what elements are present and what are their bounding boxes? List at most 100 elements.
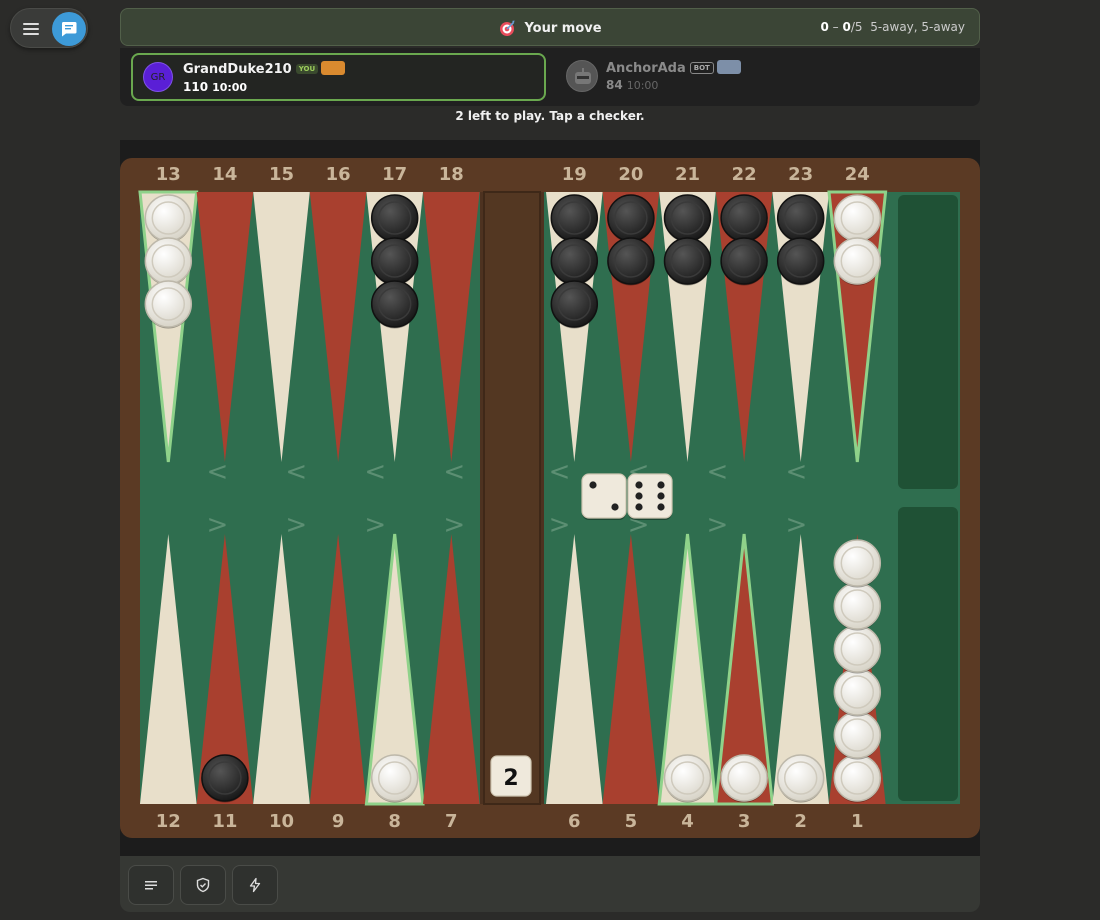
direction-arrow-right: >	[206, 510, 228, 540]
white-checker[interactable]	[833, 237, 882, 286]
white-checker[interactable]	[833, 194, 882, 243]
avatar: GR	[143, 62, 173, 92]
opponent-clock: 10:00	[626, 79, 659, 92]
direction-arrow-left: <	[364, 457, 386, 487]
black-checker[interactable]	[776, 194, 825, 243]
white-checker[interactable]	[833, 711, 882, 760]
point-label: 16	[326, 164, 351, 185]
direction-arrow-left: <	[206, 457, 228, 487]
point-label: 5	[625, 811, 638, 832]
cube-value: 2	[503, 766, 518, 791]
black-checker[interactable]	[370, 237, 419, 286]
score-right: 0	[842, 20, 851, 34]
robot-icon	[575, 68, 591, 84]
direction-arrow-right: >	[285, 510, 307, 540]
hamburger-icon	[23, 23, 39, 25]
point-label: 22	[732, 164, 757, 185]
point-label: 10	[269, 811, 294, 832]
white-checker[interactable]	[144, 237, 193, 286]
point-label: 2	[794, 811, 807, 832]
black-checker[interactable]	[550, 280, 599, 329]
white-checker[interactable]	[833, 754, 882, 803]
bear-off-tray-top[interactable]	[898, 195, 958, 489]
black-checker[interactable]	[607, 194, 655, 243]
direction-arrow-right: >	[549, 510, 571, 540]
bear-off-tray-bottom[interactable]	[898, 507, 958, 801]
black-checker[interactable]	[550, 237, 599, 286]
away-info: 5-away, 5-away	[870, 20, 965, 34]
target-icon	[500, 20, 515, 36]
you-badge: YOU	[295, 64, 319, 74]
black-checker[interactable]	[663, 237, 712, 286]
white-checker[interactable]	[663, 754, 712, 803]
point-label: 1	[851, 811, 864, 832]
black-checker[interactable]	[663, 194, 712, 243]
direction-arrow-right: >	[707, 510, 729, 540]
direction-arrow-right: >	[443, 510, 465, 540]
status-title: Your move	[524, 20, 602, 36]
point-label: 18	[439, 164, 464, 185]
point-label: 9	[332, 811, 345, 832]
chat-button[interactable]	[52, 12, 86, 46]
white-checker[interactable]	[720, 754, 768, 803]
white-checker[interactable]	[833, 668, 882, 717]
point-label: 19	[562, 164, 587, 185]
white-checker[interactable]	[144, 194, 193, 243]
black-checker[interactable]	[370, 280, 419, 329]
opponent-avatar	[566, 60, 598, 92]
bot-badge: BOT	[689, 62, 714, 74]
medal-icon	[716, 60, 741, 74]
direction-arrow-right: >	[364, 510, 386, 540]
bolt-button[interactable]	[232, 865, 278, 905]
player-pips: 110	[183, 80, 209, 94]
point-label: 11	[212, 811, 237, 832]
black-checker[interactable]	[776, 237, 825, 286]
players-bar: GR GrandDuke210 YOU 110 10:00 AnchorAda BOT…	[120, 48, 980, 106]
move-list-button[interactable]	[128, 865, 174, 905]
white-checker[interactable]	[833, 625, 882, 674]
shield-button[interactable]	[180, 865, 226, 905]
die	[581, 473, 627, 520]
board-left-half	[140, 192, 480, 804]
player-card-self: GR GrandDuke210 YOU 110 10:00	[131, 53, 546, 101]
board-canvas[interactable]: 13 14 15 16 17 18 19 20 21 22 23 2412 11 10 9 8 7 6 5 4 3 2 1<…	[120, 140, 980, 856]
player-name: GrandDuke210	[183, 62, 292, 77]
white-checker[interactable]	[144, 280, 193, 329]
list-icon	[145, 881, 157, 890]
black-checker[interactable]	[720, 237, 768, 286]
white-checker[interactable]	[833, 582, 882, 631]
medal-icon	[321, 61, 346, 75]
black-checker[interactable]	[550, 194, 599, 243]
black-checker[interactable]	[720, 194, 768, 243]
point-label: 3	[738, 811, 751, 832]
black-checker[interactable]	[201, 754, 249, 803]
point-label: 8	[388, 811, 401, 832]
chat-icon	[61, 22, 77, 37]
white-checker[interactable]	[370, 754, 419, 803]
top-left-controls	[10, 8, 88, 48]
black-checker[interactable]	[370, 194, 419, 243]
point-label: 14	[212, 164, 237, 185]
backgammon-board[interactable]: 13 14 15 16 17 18 19 20 21 22 23 24 12 11 10 9 8 7 6 5 4 3 2 1 <…	[120, 140, 980, 856]
menu-button[interactable]	[19, 17, 43, 41]
opponent-pips: 84	[606, 78, 623, 92]
white-checker[interactable]	[776, 754, 825, 803]
point-label: 13	[156, 164, 181, 185]
point-label: 20	[618, 164, 643, 185]
point-label: 15	[269, 164, 294, 185]
direction-arrow-left: <	[285, 457, 307, 487]
direction-arrow-left: <	[443, 457, 465, 487]
direction-arrow-right: >	[785, 510, 807, 540]
direction-arrow-left: <	[785, 457, 807, 487]
point-label: 7	[445, 811, 458, 832]
score-left: 0	[820, 20, 829, 34]
point-label: 24	[845, 164, 870, 185]
point-label: 23	[788, 164, 813, 185]
point-label: 6	[568, 811, 581, 832]
direction-arrow-left: <	[707, 457, 729, 487]
opponent-name: AnchorAda	[606, 61, 686, 76]
black-checker[interactable]	[607, 237, 655, 286]
doubling-cube[interactable]: 2	[490, 755, 532, 797]
status-bar: Your move 0 – 0/5 5-away, 5-away	[120, 8, 980, 46]
white-checker[interactable]	[833, 539, 882, 588]
